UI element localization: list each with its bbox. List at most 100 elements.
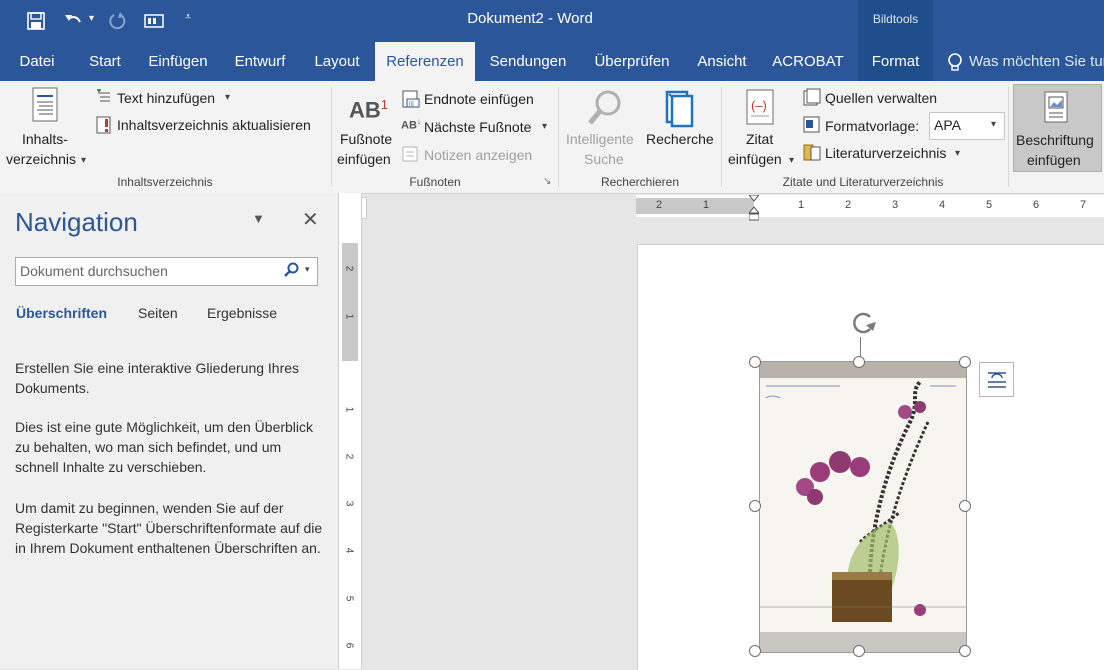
footnotes-dialog-launcher-icon[interactable]: ↘ (543, 176, 551, 187)
save-icon[interactable] (26, 11, 46, 31)
tab-headings[interactable]: Überschriften (16, 305, 107, 321)
ruler-label: 7 (1080, 199, 1087, 211)
indent-marker-icon[interactable] (747, 194, 761, 221)
ruler-label: 4 (343, 547, 355, 554)
footnote-icon-sup: 1 (380, 97, 389, 112)
resize-handle-bottom[interactable] (853, 645, 865, 657)
style-label: Formatvorlage: (825, 118, 920, 134)
ruler-label: 4 (939, 199, 946, 211)
window-title: Dokument2 - Word (467, 10, 593, 27)
tab-mailings[interactable]: Sendungen (482, 42, 574, 81)
researcher-button[interactable]: Recherche (646, 131, 714, 147)
resize-handle-bottom-left[interactable] (749, 645, 761, 657)
ribbon: Inhalts- verzeichnis ▾ Text hinzufügen ▾… (0, 81, 1104, 194)
group-separator (558, 87, 559, 187)
insert-citation-line2[interactable]: einfügen (728, 151, 782, 167)
researcher-icon[interactable] (663, 88, 697, 128)
smart-lookup-line1: Intelligente (566, 131, 634, 147)
insert-footnote-line2[interactable]: einfügen (337, 151, 391, 167)
undo-icon[interactable] (62, 10, 84, 32)
bibliography-button[interactable]: Literaturverzeichnis (825, 145, 946, 161)
redo-icon[interactable] (106, 10, 128, 32)
search-icon[interactable] (284, 262, 300, 278)
nav-help-paragraph-2: Dies ist eine gute Möglichkeit, um den Ü… (15, 419, 314, 475)
add-text-icon (96, 88, 112, 105)
insert-endnote-button[interactable]: Endnote einfügen (424, 91, 534, 107)
tab-layout[interactable]: Layout (304, 42, 370, 81)
manage-sources-button[interactable]: Quellen verwalten (825, 90, 937, 106)
toc-button-line1[interactable]: Inhalts- (22, 131, 68, 147)
toc-button-line2[interactable]: verzeichnis (6, 151, 76, 167)
layout-options-button[interactable] (979, 362, 1014, 397)
ruler-label: 1 (798, 199, 805, 211)
tab-view[interactable]: Ansicht (688, 42, 756, 81)
quick-access-extra-icon[interactable] (144, 12, 164, 30)
update-toc-icon (96, 116, 112, 134)
ruler-label: 2 (845, 199, 852, 211)
ruler-label: 5 (343, 595, 355, 602)
toc-icon[interactable] (30, 87, 60, 123)
insert-footnote-line1[interactable]: Fußnote (340, 131, 392, 147)
resize-handle-bottom-right[interactable] (959, 645, 971, 657)
tab-pages[interactable]: Seiten (138, 305, 178, 321)
tell-me-box[interactable]: Was möchten Sie tun (969, 42, 1104, 81)
toc-dropdown-icon[interactable]: ▾ (81, 155, 86, 166)
layout-options-icon (987, 371, 1007, 389)
next-footnote-dropdown-icon[interactable]: ▾ (542, 121, 547, 132)
tab-format[interactable]: Format (858, 42, 933, 81)
tab-review[interactable]: Überprüfen (584, 42, 680, 81)
search-dropdown-icon[interactable]: ▾ (305, 264, 310, 275)
ruler-label: 5 (986, 199, 993, 211)
title-bar: ▾ ⩡ Dokument2 - Word (0, 0, 1104, 42)
ribbon-tabs: Datei Start Einfügen Entwurf Layout Refe… (0, 42, 1104, 81)
smart-lookup-icon (586, 89, 624, 129)
resize-handle-left[interactable] (749, 500, 761, 512)
bibliography-dropdown-icon[interactable]: ▾ (955, 148, 960, 159)
tab-references[interactable]: Referenzen (375, 42, 475, 81)
tab-file[interactable]: Datei (10, 42, 64, 81)
tab-design[interactable]: Entwurf (226, 42, 294, 81)
vertical-ruler[interactable]: 2 1 1 2 3 4 5 6 (339, 193, 362, 669)
resize-handle-top-left[interactable] (749, 356, 761, 368)
vertical-ruler-labels: 2 1 1 2 3 4 5 6 (339, 193, 361, 669)
style-icon (803, 116, 821, 134)
footnote-icon-text: AB (349, 97, 381, 123)
show-notes-icon (402, 146, 418, 162)
footnotes-group-label: Fußnoten (409, 175, 461, 189)
resize-handle-top-right[interactable] (959, 356, 971, 368)
next-footnote-button[interactable]: Nächste Fußnote (424, 119, 531, 135)
endnote-icon: [i] (402, 90, 420, 108)
insert-caption-line2: einfügen (1027, 152, 1081, 168)
undo-dropdown-icon[interactable]: ▾ (89, 13, 94, 24)
orchid-drawing (760, 362, 966, 652)
customize-qat-icon[interactable]: ⩡ (185, 11, 191, 24)
close-icon[interactable]: ✕ (302, 207, 319, 232)
tab-acrobat[interactable]: ACROBAT (765, 42, 851, 81)
pane-options-icon[interactable]: ▼ (252, 211, 265, 226)
citation-dropdown-icon[interactable]: ▾ (789, 155, 794, 166)
inserted-picture[interactable] (759, 361, 967, 653)
update-toc-button[interactable]: Inhaltsverzeichnis aktualisieren (117, 117, 311, 133)
resize-handle-top[interactable] (853, 356, 865, 368)
insert-caption-button[interactable]: Beschriftung einfügen (1013, 84, 1102, 172)
add-text-dropdown-icon[interactable]: ▾ (225, 92, 230, 103)
manage-sources-icon (803, 88, 821, 106)
insert-citation-line1[interactable]: Zitat (746, 131, 773, 147)
insert-caption-icon (1043, 91, 1071, 125)
tab-home[interactable]: Start (78, 42, 132, 81)
footnote-icon[interactable]: AB1 (349, 97, 388, 123)
horizontal-ruler[interactable]: 2 1 1 2 3 4 5 6 7 (636, 194, 1104, 221)
group-separator (721, 87, 722, 187)
document-page[interactable] (637, 244, 1104, 670)
citation-icon[interactable]: (–) (744, 88, 778, 128)
ruler-label: 6 (343, 642, 355, 649)
rotate-handle-icon[interactable] (846, 307, 880, 339)
bibliography-icon (803, 144, 821, 162)
style-select[interactable]: APA ▾ (929, 112, 1005, 140)
tab-insert[interactable]: Einfügen (140, 42, 216, 81)
add-text-button[interactable]: Text hinzufügen (117, 90, 215, 106)
resize-handle-right[interactable] (959, 500, 971, 512)
tab-results[interactable]: Ergebnisse (207, 305, 277, 321)
search-input[interactable]: Dokument durchsuchen ▾ (15, 257, 318, 286)
navigation-pane: Navigation ▼ ✕ Dokument durchsuchen ▾ Üb… (0, 193, 339, 669)
